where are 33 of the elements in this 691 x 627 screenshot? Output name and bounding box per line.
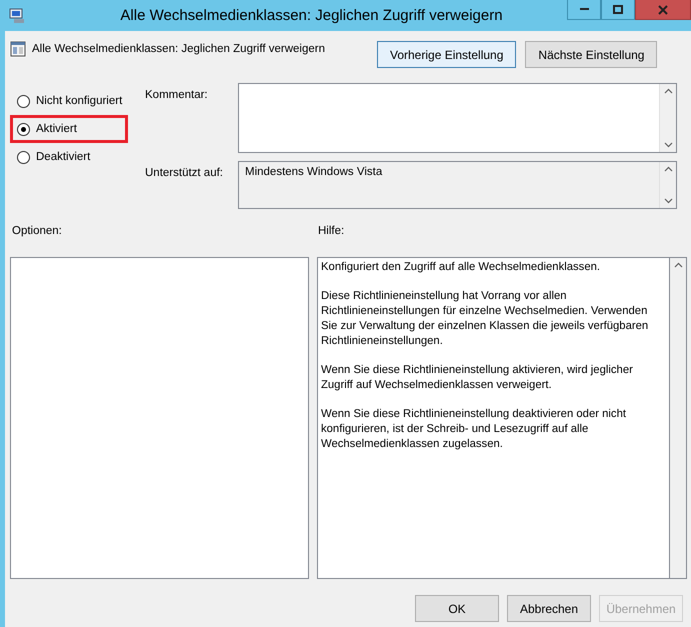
scrollbar[interactable]: [670, 258, 686, 578]
state-radio-option[interactable]: Deaktiviert: [10, 143, 138, 171]
minimize-icon: [580, 8, 588, 11]
help-paragraph: Wenn Sie diese Richtlinieneinstellung deaktivieren oder nicht konfigurieren, ist der Schreib- und Lesezugriff auf alle Wechselmedienklassen zugelassen.: [321, 407, 627, 452]
scroll-up-icon[interactable]: [664, 166, 672, 172]
policy-icon: [10, 41, 26, 57]
comment-field[interactable]: [238, 83, 677, 153]
window-title: Alle Wechselmedienklassen: Jeglichen Zugriff verweigern: [119, 7, 504, 24]
help-paragraph: Wenn Sie diese Richtlinieneinstellung aktivieren, wird jeglicher Zugriff auf Wechselmedienklassen verweigert.: [321, 363, 634, 393]
next-setting-button[interactable]: Nächste Einstellung: [525, 41, 658, 68]
previous-setting-button[interactable]: Vorherige Einstellung: [377, 41, 516, 68]
app-icon: [8, 8, 26, 24]
scroll-up-icon[interactable]: [664, 88, 672, 94]
options-label: Optionen:: [12, 225, 62, 237]
state-radio-option[interactable]: Nicht konfiguriert: [10, 87, 138, 115]
help-label: Hilfe:: [318, 225, 344, 239]
state-radio-option[interactable]: Aktiviert: [10, 115, 128, 143]
minimize-button[interactable]: [567, 0, 601, 20]
close-button[interactable]: [635, 0, 691, 20]
scroll-up-icon[interactable]: [674, 262, 682, 268]
help-paragraph: Konfiguriert den Zugriff auf alle Wechselmedienklassen.: [321, 260, 602, 275]
supported-on-label: Unterstützt auf:: [145, 166, 224, 181]
supported-on-field: Mindestens Windows Vista: [238, 161, 677, 209]
dialog-button[interactable]: OK: [415, 595, 499, 622]
maximize-icon: [613, 5, 623, 14]
help-paragraph: Diese Richtlinieneinstellung hat Vorrang vor allen Richtlinieneinstellungen für einzelne Wechselmedien. Verwenden Sie zur Verwaltung der einzelnen Klassen die jeweils verfügbaren Richtlinieneinstellungen.: [321, 289, 650, 349]
close-icon: [658, 4, 668, 14]
dialog-button[interactable]: Abbrechen: [507, 595, 591, 622]
maximize-button[interactable]: [601, 0, 635, 20]
policy-name: Alle Wechselmedienklassen: Jeglichen Zugriff verweigern: [32, 43, 325, 55]
scroll-down-icon[interactable]: [664, 198, 672, 204]
comment-label: Kommentar:: [145, 88, 209, 103]
scroll-down-icon[interactable]: [664, 142, 672, 148]
